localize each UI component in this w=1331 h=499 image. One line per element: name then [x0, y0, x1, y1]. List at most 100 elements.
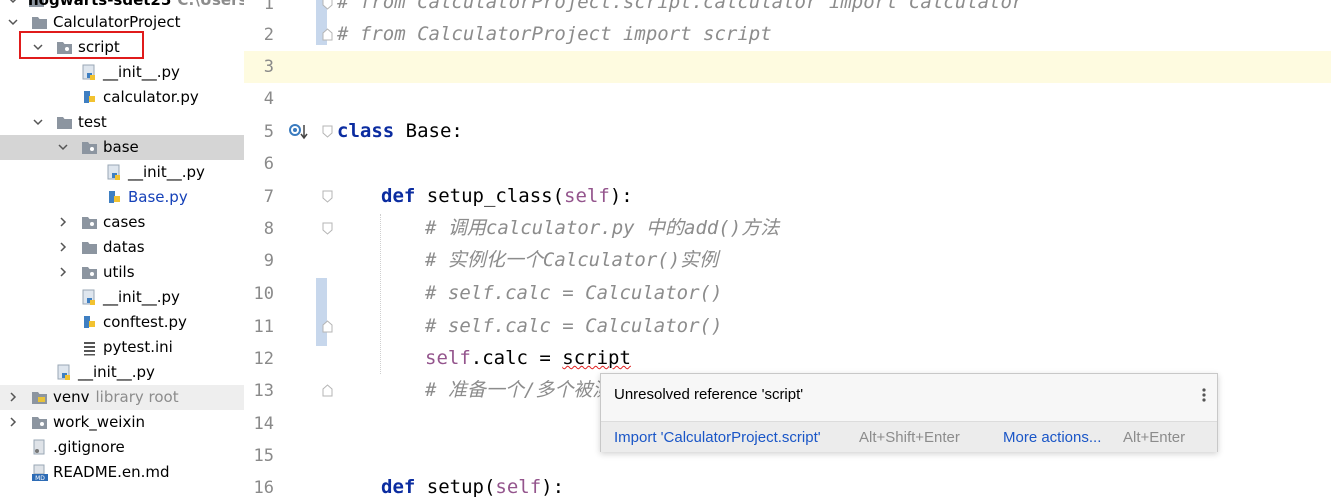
tree-item-label: work_weixin: [53, 413, 146, 431]
fold-icon[interactable]: [322, 190, 333, 203]
folder-icon: [81, 239, 98, 256]
folder-icon: [31, 14, 48, 31]
tree-item-label: __init__.py: [78, 363, 155, 381]
fold-icon[interactable]: [322, 28, 333, 41]
tree-item-cases[interactable]: cases: [0, 210, 244, 235]
tree-item-venv[interactable]: venv library root: [0, 385, 244, 410]
code-line-13[interactable]: # 准备一个/多个被测: [425, 378, 611, 402]
tree-item-label: test: [78, 113, 107, 131]
line-number: 16: [253, 478, 274, 498]
code-line-8[interactable]: # 调用calculator.py 中的add()方法: [425, 216, 779, 240]
tree-item-work-weixin[interactable]: work_weixin: [0, 410, 244, 435]
line-number: 12: [253, 349, 274, 369]
tree-item-calculator-py[interactable]: calculator.py: [0, 85, 244, 110]
folder-icon: [31, 389, 48, 406]
svg-text:MD: MD: [35, 475, 45, 481]
python-file-icon: [56, 364, 73, 381]
tree-item-label: conftest.py: [103, 313, 187, 331]
tree-item-base-init[interactable]: __init__.py: [0, 160, 244, 185]
code-line-16[interactable]: def setup(self):: [381, 475, 564, 499]
line-number: 13: [253, 381, 274, 401]
indent-guide: [380, 214, 381, 374]
folder-icon: [56, 114, 73, 131]
change-marker: [316, 278, 327, 346]
more-actions-link[interactable]: More actions...: [1003, 429, 1101, 446]
fold-icon[interactable]: [322, 222, 333, 235]
line-number: 10: [253, 284, 274, 304]
tree-item-label: __init__.py: [103, 288, 180, 306]
line-number: 8: [263, 219, 274, 239]
tree-item-label: utils: [103, 263, 135, 281]
tree-item-label: base: [103, 138, 139, 156]
folder-icon: [81, 264, 98, 281]
override-marker-icon[interactable]: [289, 123, 309, 141]
code-line-10[interactable]: # self.calc = Calculator(): [425, 281, 722, 305]
tree-item-label: calculator.py: [103, 88, 199, 106]
chevron-down-icon[interactable]: [57, 141, 69, 153]
more-options-icon[interactable]: [1201, 386, 1207, 404]
tree-item-utils[interactable]: utils: [0, 260, 244, 285]
folder-icon: [31, 414, 48, 431]
line-number: 15: [253, 446, 274, 466]
tree-item-test-init[interactable]: __init__.py: [0, 285, 244, 310]
chevron-down-icon[interactable]: [7, 0, 19, 6]
code-line-7[interactable]: def setup_class(self):: [381, 184, 633, 208]
tree-item-script-init[interactable]: __init__.py: [0, 60, 244, 85]
code-line-12[interactable]: self.calc = script: [425, 346, 631, 370]
tree-item-conftest[interactable]: conftest.py: [0, 310, 244, 335]
tree-item-label: .gitignore: [53, 438, 125, 456]
tree-item-label: datas: [103, 238, 145, 256]
tree-item-label: __init__.py: [128, 163, 205, 181]
fold-icon[interactable]: [322, 125, 333, 138]
tree-item-base[interactable]: base: [0, 135, 244, 160]
python-file-icon: [106, 189, 123, 206]
tree-item-label: Base.py: [128, 188, 188, 206]
code-line-11[interactable]: # self.calc = Calculator(): [425, 314, 722, 338]
chevron-right-icon[interactable]: [57, 266, 69, 278]
library-root-hint: library root: [95, 388, 179, 406]
line-number: 1: [263, 0, 274, 14]
fold-icon[interactable]: [322, 384, 333, 397]
line-number: 4: [263, 89, 274, 109]
line-number: 14: [253, 414, 274, 434]
tree-item-datas[interactable]: datas: [0, 235, 244, 260]
code-line-1[interactable]: # from CalculatorProject.script.calculat…: [337, 0, 1023, 14]
tree-item-base-py[interactable]: Base.py: [0, 185, 244, 210]
tree-item-label: README.en.md: [53, 463, 170, 481]
highlight-box: [19, 31, 144, 59]
tree-item-label: __init__.py: [103, 63, 180, 81]
code-line-2[interactable]: # from CalculatorProject import script: [337, 22, 772, 46]
gitignore-file-icon: [31, 439, 48, 456]
unresolved-reference[interactable]: script: [562, 347, 631, 369]
python-file-icon: [81, 89, 98, 106]
chevron-right-icon[interactable]: [7, 391, 19, 403]
current-line-highlight: [244, 51, 1331, 83]
tree-item-readme[interactable]: MD README.en.md: [0, 460, 244, 485]
line-number: 5: [263, 122, 274, 142]
fold-icon[interactable]: [322, 320, 333, 333]
code-line-5[interactable]: class Base:: [337, 119, 463, 143]
code-line-9[interactable]: # 实例化一个Calculator()实例: [425, 248, 718, 272]
folder-icon: [81, 139, 98, 156]
tree-item-project-init[interactable]: __init__.py: [0, 360, 244, 385]
folder-icon: [81, 214, 98, 231]
ini-file-icon: [81, 339, 98, 356]
tree-item-label: venv library root: [53, 388, 179, 406]
chevron-down-icon[interactable]: [7, 16, 19, 28]
python-file-icon: [106, 164, 123, 181]
popup-message: Unresolved reference 'script': [614, 386, 804, 403]
fold-icon[interactable]: [322, 0, 333, 10]
tree-item-test[interactable]: test: [0, 110, 244, 135]
chevron-right-icon[interactable]: [57, 241, 69, 253]
tree-item-gitignore[interactable]: .gitignore: [0, 435, 244, 460]
tree-item-pytest-ini[interactable]: pytest.ini: [0, 335, 244, 360]
tree-item-label: cases: [103, 213, 146, 231]
import-shortcut: Alt+Shift+Enter: [859, 429, 960, 446]
chevron-right-icon[interactable]: [7, 416, 19, 428]
chevron-down-icon[interactable]: [32, 116, 44, 128]
line-number: 9: [263, 251, 274, 271]
python-file-icon: [81, 64, 98, 81]
chevron-right-icon[interactable]: [57, 216, 69, 228]
project-tree: hogwarts-sdet25C:\Users\89 CalculatorPro…: [0, 0, 244, 488]
import-action-link[interactable]: Import 'CalculatorProject.script': [614, 429, 821, 446]
